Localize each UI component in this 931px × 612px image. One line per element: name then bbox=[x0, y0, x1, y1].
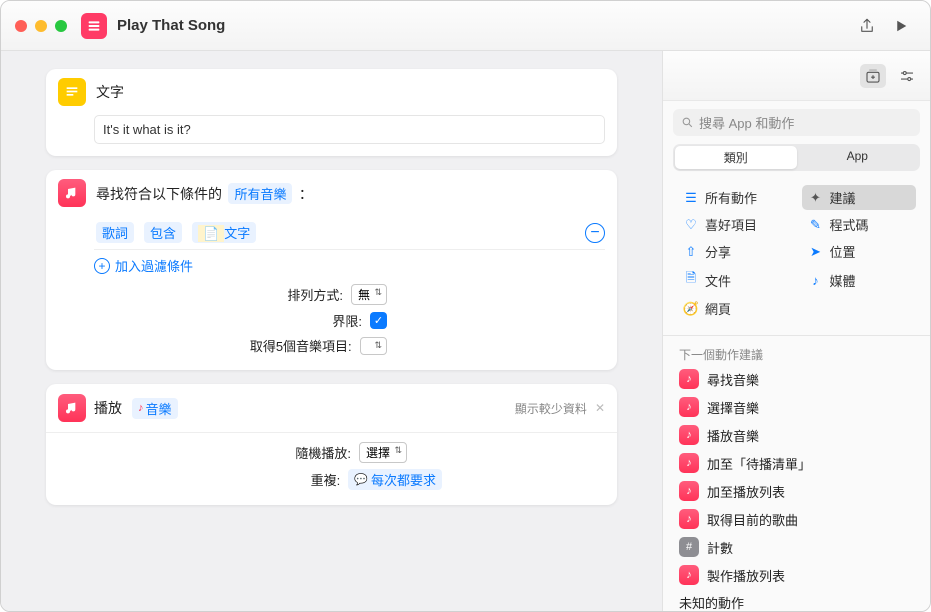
music-icon: ♪ bbox=[679, 397, 699, 417]
play-music-block[interactable]: 播放 音樂 顯示較少資料 ✕ 隨機播放: 選擇 重複: 每次都要 bbox=[46, 384, 617, 505]
music-icon: ♪ bbox=[679, 369, 699, 389]
sidebar: 搜尋 App 和動作 類別 App ☰所有動作 ✦建議 ♡喜好項目 ✎程式碼 ⇧… bbox=[662, 51, 930, 611]
zoom-window-button[interactable] bbox=[55, 20, 67, 32]
window-title: Play That Song bbox=[117, 17, 225, 34]
heart-icon: ♡ bbox=[683, 217, 699, 233]
workflow-canvas: 文字 It's it what is it? 尋找符合以下條件的 所有音樂 ： bbox=[1, 51, 662, 611]
text-input-field[interactable]: It's it what is it? bbox=[94, 115, 605, 144]
repeat-value-token[interactable]: 每次都要求 bbox=[348, 469, 442, 490]
category-suggestions[interactable]: ✦建議 bbox=[802, 185, 917, 210]
segment-category[interactable]: 類別 bbox=[675, 146, 797, 169]
app-window: Play That Song 文字 It's it what is it? bbox=[0, 0, 931, 612]
category-all-actions[interactable]: ☰所有動作 bbox=[677, 185, 792, 210]
sort-select[interactable]: 無 bbox=[351, 284, 387, 305]
action-list: ♪尋找音樂 ♪選擇音樂 ♪播放音樂 ♪加至「待播清單」 ♪加至播放列表 ♪取得目… bbox=[663, 365, 930, 611]
text-icon bbox=[58, 78, 86, 106]
category-documents[interactable]: 🗎文件 bbox=[677, 266, 792, 294]
music-icon bbox=[58, 179, 86, 207]
category-segment: 類別 App bbox=[673, 144, 920, 171]
find-music-block[interactable]: 尋找符合以下條件的 所有音樂 ： 歌詞 包含 📄文字 − + bbox=[46, 170, 617, 370]
action-add-up-next[interactable]: ♪加至「待播清單」 bbox=[663, 449, 930, 477]
limit-checkbox[interactable]: ✓ bbox=[370, 312, 387, 329]
titlebar: Play That Song bbox=[1, 1, 930, 51]
text-block-title: 文字 bbox=[96, 82, 124, 102]
music-icon: ♪ bbox=[679, 509, 699, 529]
location-icon: ➤ bbox=[808, 244, 824, 260]
sparkle-icon: ✦ bbox=[808, 190, 824, 206]
wand-icon: ✎ bbox=[808, 217, 824, 233]
close-window-button[interactable] bbox=[15, 20, 27, 32]
unknown-actions-header: 未知的動作 bbox=[663, 589, 930, 611]
settings-toggle-button[interactable] bbox=[894, 64, 920, 88]
category-favorites[interactable]: ♡喜好項目 bbox=[677, 212, 792, 237]
source-token[interactable]: 所有音樂 bbox=[228, 183, 292, 204]
repeat-label: 重複: bbox=[94, 470, 340, 489]
list-icon: ☰ bbox=[683, 190, 699, 206]
plus-icon: + bbox=[94, 258, 110, 274]
next-suggestions-header: 下一個動作建議 bbox=[663, 340, 930, 365]
filter-op-token[interactable]: 包含 bbox=[144, 222, 182, 243]
segment-app[interactable]: App bbox=[797, 146, 919, 169]
category-sharing[interactable]: ⇧分享 bbox=[677, 239, 792, 264]
action-add-playlist[interactable]: ♪加至播放列表 bbox=[663, 477, 930, 505]
get-items-label: 取得5個音樂項目: bbox=[94, 336, 352, 355]
filter-value-token[interactable]: 📄文字 bbox=[192, 222, 256, 243]
shortcut-icon bbox=[81, 13, 107, 39]
category-scripting[interactable]: ✎程式碼 bbox=[802, 212, 917, 237]
music-icon: ♪ bbox=[679, 425, 699, 445]
music-icon: ♪ bbox=[679, 453, 699, 473]
action-get-current-song[interactable]: ♪取得目前的歌曲 bbox=[663, 505, 930, 533]
limit-label: 界限: bbox=[94, 311, 362, 330]
action-play-music[interactable]: ♪播放音樂 bbox=[663, 421, 930, 449]
media-icon: ♪ bbox=[808, 273, 824, 288]
show-less-button[interactable]: 顯示較少資料 bbox=[515, 400, 587, 417]
filter-field-token[interactable]: 歌詞 bbox=[96, 222, 134, 243]
remove-block-button[interactable]: ✕ bbox=[595, 401, 605, 415]
action-find-music[interactable]: ♪尋找音樂 bbox=[663, 365, 930, 393]
action-select-music[interactable]: ♪選擇音樂 bbox=[663, 393, 930, 421]
share-button[interactable] bbox=[852, 13, 882, 39]
category-web[interactable]: 🧭網頁 bbox=[677, 296, 792, 321]
play-input-token[interactable]: 音樂 bbox=[132, 398, 178, 419]
count-icon: # bbox=[679, 537, 699, 557]
shuffle-label: 隨機播放: bbox=[94, 443, 351, 462]
music-icon: ♪ bbox=[679, 481, 699, 501]
category-grid: ☰所有動作 ✦建議 ♡喜好項目 ✎程式碼 ⇧分享 ➤位置 🗎文件 ♪媒體 🧭網頁 bbox=[663, 179, 930, 331]
sidebar-top-toolbar bbox=[663, 51, 930, 101]
find-block-title: 尋找符合以下條件的 所有音樂 ： bbox=[96, 183, 313, 204]
category-location[interactable]: ➤位置 bbox=[802, 239, 917, 264]
search-input[interactable]: 搜尋 App 和動作 bbox=[673, 109, 920, 136]
web-icon: 🧭 bbox=[683, 301, 699, 317]
category-media[interactable]: ♪媒體 bbox=[802, 266, 917, 294]
filter-row: 歌詞 包含 📄文字 − bbox=[94, 216, 605, 250]
shuffle-select[interactable]: 選擇 bbox=[359, 442, 407, 463]
action-count[interactable]: #計數 bbox=[663, 533, 930, 561]
share-icon: ⇧ bbox=[683, 244, 699, 260]
run-button[interactable] bbox=[886, 13, 916, 39]
search-icon bbox=[681, 116, 694, 129]
count-stepper[interactable] bbox=[360, 337, 387, 355]
add-filter-button[interactable]: + 加入過濾條件 bbox=[94, 250, 605, 281]
music-icon bbox=[58, 394, 86, 422]
text-action-block[interactable]: 文字 It's it what is it? bbox=[46, 69, 617, 156]
sort-label: 排列方式: bbox=[94, 285, 343, 304]
library-toggle-button[interactable] bbox=[860, 64, 886, 88]
music-icon: ♪ bbox=[679, 565, 699, 585]
minimize-window-button[interactable] bbox=[35, 20, 47, 32]
document-icon: 🗎 bbox=[683, 269, 699, 291]
action-make-playlist[interactable]: ♪製作播放列表 bbox=[663, 561, 930, 589]
remove-filter-button[interactable]: − bbox=[585, 223, 605, 243]
traffic-lights bbox=[15, 20, 67, 32]
play-title: 播放 bbox=[94, 398, 122, 418]
